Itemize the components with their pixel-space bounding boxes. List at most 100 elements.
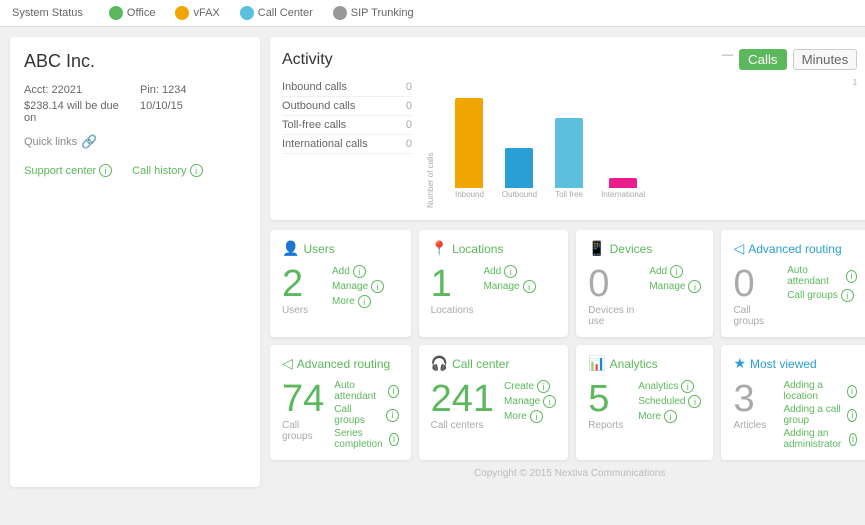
dash-link-label-advanced-routing-top-0: Auto attendant <box>787 265 843 287</box>
bar-toll-free <box>555 118 583 188</box>
dash-link-users-2[interactable]: Morei <box>332 295 384 308</box>
card-left-call-center: 241 Call centers <box>431 380 494 431</box>
nav-item-office[interactable]: Office <box>109 6 156 20</box>
dash-link-analytics-1[interactable]: Scheduledi <box>638 395 701 408</box>
big-number-advanced-routing-bottom: 74 <box>282 380 324 418</box>
dash-link-label-users-1: Manage <box>332 281 368 292</box>
dash-link-analytics-0[interactable]: Analyticsi <box>638 380 701 393</box>
card-sublabel-locations: Locations <box>431 305 474 316</box>
dash-link-call-center-1[interactable]: Managei <box>504 395 556 408</box>
dash-link-label-locations-0: Add <box>483 266 501 277</box>
dashboard-grid: 👤Users2UsersAddiManageiMorei📍Locations1L… <box>270 230 865 460</box>
dash-link-label-most-viewed-1: Adding a call group <box>783 404 844 426</box>
card-sublabel-advanced-routing-top: Call groups <box>733 305 777 327</box>
due-label: $238.14 will be due on <box>24 100 130 124</box>
quick-links[interactable]: Quick links 🔗 <box>24 134 246 150</box>
nav-item-callcenter[interactable]: Call Center <box>240 6 313 20</box>
dash-link-label-analytics-1: Scheduled <box>638 396 685 407</box>
dash-link-advanced-routing-bottom-2[interactable]: Series completioni <box>334 428 398 450</box>
dash-link-devices-0[interactable]: Addi <box>649 265 701 278</box>
dash-link-advanced-routing-top-0[interactable]: Auto attendanti <box>787 265 857 287</box>
dash-link-locations-0[interactable]: Addi <box>483 265 535 278</box>
international-calls-value: 0 <box>406 138 412 150</box>
dash-link-advanced-routing-bottom-1[interactable]: Call groupsi <box>334 404 398 426</box>
dash-links-most-viewed: Adding a locationiAdding a call groupiAd… <box>783 380 857 450</box>
big-number-call-center: 241 <box>431 380 494 418</box>
dash-card-call-center: 🎧Call center241Call centersCreateiManage… <box>419 345 569 460</box>
bar-international <box>609 178 637 188</box>
call-history-link[interactable]: Call history i <box>132 164 202 177</box>
dash-link-icon-most-viewed-1: i <box>847 409 857 422</box>
dash-links-advanced-routing-bottom: Auto attendantiCall groupsiSeries comple… <box>334 380 398 450</box>
dash-link-icon-users-0: i <box>353 265 366 278</box>
dash-link-icon-devices-0: i <box>670 265 683 278</box>
support-center-link[interactable]: Support center i <box>24 164 112 177</box>
outbound-calls-value: 0 <box>406 100 412 112</box>
dash-card-header-advanced-routing-top: ◁Advanced routing <box>733 240 857 257</box>
dash-link-icon-locations-1: i <box>523 280 536 293</box>
dash-link-analytics-2[interactable]: Morei <box>638 410 701 423</box>
bar-outbound <box>505 148 533 188</box>
activity-body: Inbound calls 0 Outbound calls 0 Toll-fr… <box>282 78 857 208</box>
dash-links-users: AddiManageiMorei <box>332 265 384 308</box>
dash-card-header-devices: 📱Devices <box>588 240 701 257</box>
dash-card-body-analytics: 5ReportsAnalyticsiSchedulediMorei <box>588 380 701 431</box>
dash-card-users: 👤Users2UsersAddiManageiMorei <box>270 230 411 337</box>
dash-card-header-locations: 📍Locations <box>431 240 557 257</box>
nav-item-vfax[interactable]: vFAX <box>175 6 219 20</box>
card-left-advanced-routing-top: 0Call groups <box>733 265 777 327</box>
dash-link-most-viewed-2[interactable]: Adding an administratori <box>783 428 857 450</box>
dash-links-analytics: AnalyticsiSchedulediMorei <box>638 380 701 423</box>
card-icon-most-viewed: ★ <box>733 355 746 372</box>
dash-links-devices: Addi Managei <box>649 265 701 293</box>
dash-link-icon-advanced-routing-bottom-1: i <box>386 409 399 422</box>
dash-link-users-0[interactable]: Addi <box>332 265 384 278</box>
pin-label: Pin: 1234 <box>140 84 246 96</box>
company-panel: ABC Inc. Acct: 22021 Pin: 1234 $238.14 w… <box>10 37 260 487</box>
card-sublabel-call-center: Call centers <box>431 420 494 431</box>
dash-card-advanced-routing-top: ◁Advanced routing 0Call groups Auto attend… <box>721 230 865 337</box>
dash-link-icon-devices-1: i <box>688 280 701 293</box>
card-sublabel-analytics: Reports <box>588 420 628 431</box>
dash-card-body-users: 2UsersAddiManageiMorei <box>282 265 399 316</box>
system-status-label: System Status <box>12 7 83 19</box>
dash-link-most-viewed-0[interactable]: Adding a locationi <box>783 380 857 402</box>
card-title-locations: Locations <box>452 242 503 256</box>
dash-link-icon-analytics-2: i <box>664 410 677 423</box>
nav-item-sip[interactable]: SIP Trunking <box>333 6 414 20</box>
dash-card-devices: 📱Devices0Devices in useAddiManagei <box>576 230 713 337</box>
dash-link-label-call-center-1: Manage <box>504 396 540 407</box>
dash-link-most-viewed-1[interactable]: Adding a call groupi <box>783 404 857 426</box>
outbound-calls-label: Outbound calls <box>282 100 355 112</box>
company-info: Acct: 22021 Pin: 1234 $238.14 will be du… <box>24 84 246 124</box>
dash-link-call-center-2[interactable]: Morei <box>504 410 556 423</box>
dash-link-label-users-0: Add <box>332 266 350 277</box>
card-left-advanced-routing-bottom: 74Call groups <box>282 380 324 442</box>
callcenter-status-dot <box>240 6 254 20</box>
card-left-analytics: 5Reports <box>588 380 628 431</box>
dash-link-devices-1[interactable]: Managei <box>649 280 701 293</box>
bar-label-outbound: Outbound <box>502 190 537 199</box>
bar-label-toll-free: Toll free <box>555 190 583 199</box>
dash-link-label-call-center-0: Create <box>504 381 534 392</box>
dash-link-advanced-routing-top-1[interactable]: Call groupsi <box>787 289 857 302</box>
dash-link-icon-call-center-1: i <box>543 395 556 408</box>
outbound-calls-row: Outbound calls 0 <box>282 97 412 116</box>
dash-link-users-1[interactable]: Managei <box>332 280 384 293</box>
card-icon-call-center: 🎧 <box>431 355 448 372</box>
dash-card-body-locations: 1LocationsAddiManagei <box>431 265 557 316</box>
dash-link-label-locations-1: Manage <box>483 281 519 292</box>
card-title-analytics: Analytics <box>610 357 658 371</box>
dash-link-icon-advanced-routing-top-0: i <box>846 270 857 283</box>
dash-link-call-center-0[interactable]: Createi <box>504 380 556 393</box>
call-stats: Inbound calls 0 Outbound calls 0 Toll-fr… <box>282 78 412 208</box>
dash-link-locations-1[interactable]: Managei <box>483 280 535 293</box>
nav-office-label: Office <box>127 7 156 19</box>
minutes-toggle-button[interactable]: Minutes <box>793 49 858 70</box>
bar-group-international: International <box>601 178 645 199</box>
dash-link-icon-most-viewed-2: i <box>849 433 857 446</box>
card-title-most-viewed: Most viewed <box>750 357 817 371</box>
calls-toggle-button[interactable]: Calls <box>739 49 787 70</box>
dash-link-advanced-routing-bottom-0[interactable]: Auto attendanti <box>334 380 398 402</box>
tollfree-calls-label: Toll-free calls <box>282 119 346 131</box>
